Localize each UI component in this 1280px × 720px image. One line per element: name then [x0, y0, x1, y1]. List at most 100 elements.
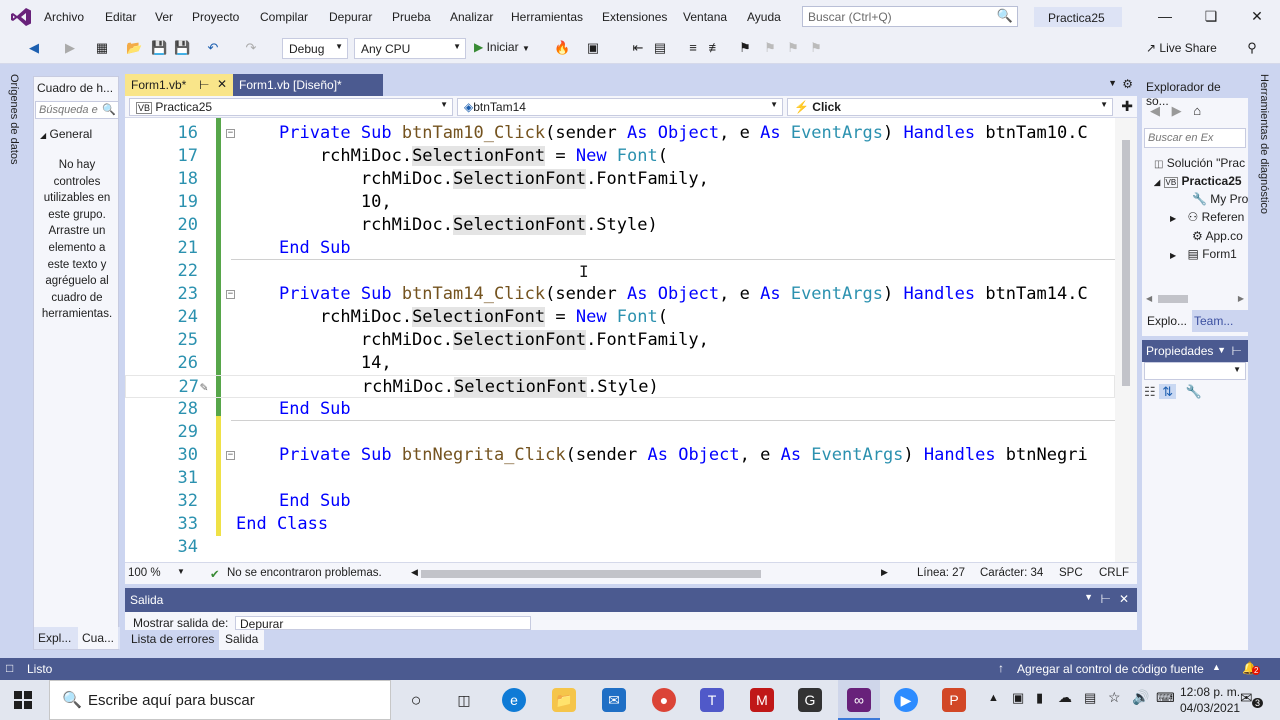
- code-line[interactable]: 22 I: [125, 260, 1115, 283]
- pin-icon[interactable]: ⊢: [199, 78, 209, 92]
- forward-icon[interactable]: ▶: [1172, 103, 1182, 118]
- editor-vertical-scrollbar[interactable]: [1115, 118, 1137, 562]
- tree-app-config[interactable]: ⚙ App.co: [1192, 229, 1248, 243]
- data-sources-tab[interactable]: Orígenes de datos: [8, 74, 20, 165]
- taskbar-search-box[interactable]: 🔍 Escribe aquí para buscar: [49, 680, 391, 720]
- chrome-icon[interactable]: ●: [652, 688, 676, 712]
- code-line[interactable]: 32 End Sub: [125, 490, 1115, 513]
- menu-editar[interactable]: Editar: [105, 10, 136, 24]
- event-select[interactable]: ⚡ Click ▼: [787, 98, 1113, 116]
- step-icon[interactable]: ⇤: [630, 40, 646, 56]
- close-window-icon[interactable]: ✕: [1242, 5, 1272, 27]
- restore-icon[interactable]: ❏: [1196, 5, 1226, 27]
- scroll-left-icon[interactable]: ◀: [411, 567, 418, 578]
- back-icon[interactable]: ◀: [26, 40, 42, 56]
- code-line[interactable]: 33 End Class: [125, 513, 1115, 536]
- categorized-icon[interactable]: ☷: [1144, 384, 1156, 399]
- settings-gear-icon[interactable]: ⚙: [1122, 77, 1133, 91]
- explorer-horizontal-scrollbar[interactable]: ◀ ▶: [1146, 294, 1244, 304]
- edge-icon[interactable]: e: [502, 688, 526, 712]
- teams-icon[interactable]: T: [700, 688, 724, 712]
- tab-output[interactable]: Salida: [219, 630, 265, 650]
- tab-toolbox[interactable]: Cua...: [78, 627, 119, 649]
- task-view-icon[interactable]: ◫: [452, 688, 476, 712]
- start-button[interactable]: ▶ Iniciar ▼: [474, 40, 530, 54]
- panel-menu-icon[interactable]: ▼: [1084, 592, 1093, 602]
- open-folder-icon[interactable]: 📂: [126, 40, 142, 56]
- minimize-icon[interactable]: —: [1150, 5, 1180, 27]
- current-code-line[interactable]: 27 ✎ rchMiDoc.SelectionFont.Style): [125, 375, 1115, 398]
- menu-extensiones[interactable]: Extensiones: [602, 10, 667, 24]
- volume-icon[interactable]: 🔊: [1132, 689, 1149, 706]
- tree-references[interactable]: ▶ ⚇ Referen: [1170, 210, 1248, 224]
- chevron-up-icon[interactable]: ▲: [1212, 662, 1221, 672]
- code-line[interactable]: 24 rchMiDoc.SelectionFont = New Font(: [125, 306, 1115, 329]
- collapse-icon[interactable]: −: [226, 129, 235, 138]
- code-line[interactable]: 23− Private Sub btnTam14_Click(sender As …: [125, 283, 1115, 306]
- code-line[interactable]: 29: [125, 421, 1115, 444]
- clear-bookmarks-icon[interactable]: ⚑: [808, 40, 824, 56]
- tab-solution-explorer[interactable]: Explo...: [1142, 310, 1193, 332]
- tree-project[interactable]: ◢ VB Practica25: [1154, 174, 1248, 188]
- project-select[interactable]: VB Practica25 ▼: [129, 98, 453, 116]
- output-source-select[interactable]: Depurar: [235, 616, 531, 630]
- tree-solution[interactable]: ◫ Solución "Prac: [1154, 156, 1248, 170]
- code-line[interactable]: 20 rchMiDoc.SelectionFont.Style): [125, 214, 1115, 237]
- menu-depurar[interactable]: Depurar: [329, 10, 372, 24]
- bookmark-icon[interactable]: ⚑: [737, 40, 753, 56]
- solution-configuration-select[interactable]: Debug ▼: [282, 38, 348, 59]
- tree-my-project[interactable]: 🔧 My Pro: [1192, 192, 1248, 206]
- code-line[interactable]: 17 rchMiDoc.SelectionFont = New Font(: [125, 145, 1115, 168]
- code-line[interactable]: 16− Private Sub btnTam10_Click(sender As …: [125, 122, 1115, 145]
- onedrive-icon[interactable]: ☁: [1058, 689, 1072, 706]
- powerpoint-icon[interactable]: P: [942, 688, 966, 712]
- back-icon[interactable]: ◀: [1150, 103, 1160, 118]
- undo-icon[interactable]: ↶: [205, 40, 221, 56]
- scrollbar-thumb[interactable]: [1122, 140, 1130, 386]
- properties-object-select[interactable]: ▼: [1144, 362, 1246, 380]
- pin-icon[interactable]: ⊢: [1232, 344, 1242, 358]
- alphabetical-icon[interactable]: ⇅: [1159, 384, 1177, 399]
- code-line[interactable]: 31: [125, 467, 1115, 490]
- scroll-right-icon[interactable]: ▶: [881, 567, 888, 578]
- code-line[interactable]: 25 rchMiDoc.SelectionFont.FontFamily,: [125, 329, 1115, 352]
- redo-icon[interactable]: ↷: [243, 40, 259, 56]
- tab-explorer[interactable]: Expl...: [38, 631, 71, 645]
- diagnostic-tools-tab[interactable]: Herramientas de diagnóstico: [1258, 74, 1270, 214]
- code-line[interactable]: 28 End Sub: [125, 398, 1115, 421]
- explorer-search-input[interactable]: Buscar en Ex: [1144, 128, 1246, 148]
- tray-app-icon[interactable]: ▣: [1012, 690, 1024, 706]
- zoom-icon[interactable]: ▶: [894, 688, 918, 712]
- new-project-icon[interactable]: ▦: [94, 40, 110, 56]
- chevron-down-icon[interactable]: ▼: [177, 567, 185, 576]
- next-bookmark-icon[interactable]: ⚑: [785, 40, 801, 56]
- cortana-icon[interactable]: ○: [404, 688, 428, 712]
- mail-icon[interactable]: ✉: [602, 688, 626, 712]
- close-panel-icon[interactable]: ✕: [1119, 592, 1129, 606]
- action-center-icon[interactable]: ✉: [1240, 689, 1253, 707]
- issues-status[interactable]: No se encontraron problemas.: [227, 567, 382, 579]
- language-icon[interactable]: ⌨: [1156, 690, 1175, 706]
- uncomment-icon[interactable]: ≢: [707, 40, 723, 56]
- menu-archivo[interactable]: Archivo: [44, 10, 84, 24]
- code-line[interactable]: 26 14,: [125, 352, 1115, 375]
- close-tab-icon[interactable]: ✕: [217, 77, 227, 91]
- comment-icon[interactable]: ≡: [685, 40, 701, 56]
- horizontal-scrollbar-thumb[interactable]: [421, 570, 761, 578]
- collapse-icon[interactable]: −: [226, 290, 235, 299]
- windows-start-icon[interactable]: [14, 691, 32, 709]
- tab-form1-vb[interactable]: Form1.vb* ⊢ ✕: [125, 74, 233, 96]
- menu-ventana[interactable]: Ventana: [683, 10, 727, 24]
- menu-herramientas[interactable]: Herramientas: [511, 10, 583, 24]
- menu-compilar[interactable]: Compilar: [260, 10, 308, 24]
- quick-launch-search[interactable]: Buscar (Ctrl+Q) 🔍: [802, 6, 1018, 27]
- screenshot-icon[interactable]: ▣: [585, 40, 601, 56]
- battery-icon[interactable]: ▮: [1036, 690, 1043, 706]
- file-explorer-icon[interactable]: 📁: [552, 688, 576, 712]
- feedback-icon[interactable]: ⚲: [1244, 40, 1260, 56]
- wifi-icon[interactable]: ☆: [1108, 689, 1121, 706]
- forward-icon[interactable]: ▶: [62, 40, 78, 56]
- tab-team-explorer[interactable]: Team...: [1194, 314, 1233, 328]
- solution-platform-select[interactable]: Any CPU ▼: [354, 38, 466, 59]
- split-window-icon[interactable]: ✚: [1121, 98, 1133, 115]
